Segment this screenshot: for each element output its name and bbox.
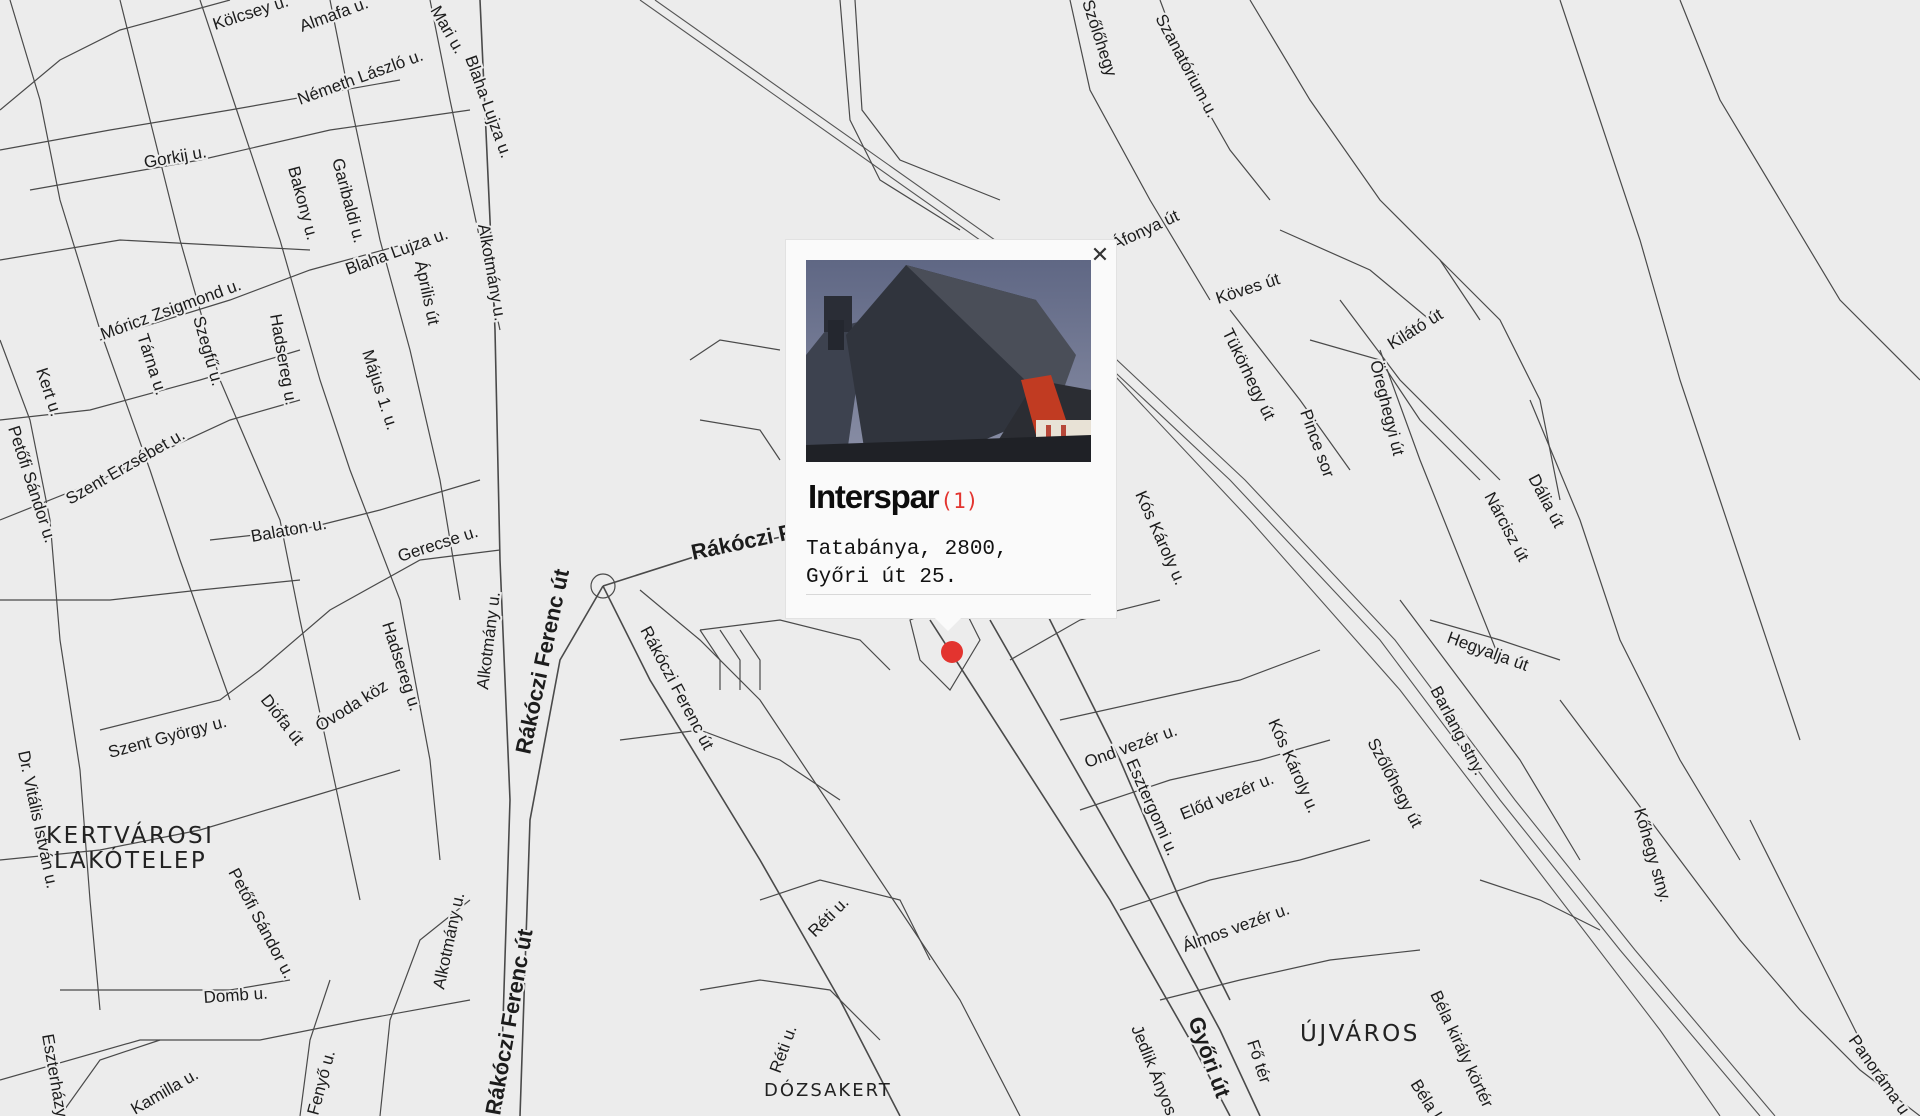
street-label: Szent Erzsébet u. [63,425,189,509]
street-label: Fenyő u. [304,1048,339,1116]
street-label: Garibaldi u. [328,156,369,245]
street-label: Petőfi Sándor u. [224,865,298,982]
street-label: Köves út [1213,269,1282,308]
street-label: Álmos vezér u. [1180,899,1292,955]
street-label: Dália út [1524,471,1568,531]
location-marker-icon[interactable] [941,641,963,663]
store-count: (1) [940,489,979,513]
street-label: Előd vezér u. [1177,769,1276,824]
street-label: Hadsereg u. [378,619,425,713]
street-label: Rákóczi Ferenc út [480,926,537,1116]
street-label: Móricz Zsigmond u. [98,275,244,344]
district-label: LAKÓTELEP [54,846,207,874]
store-photo [806,260,1091,462]
street-label: Szőlőhegy út [1363,735,1426,831]
street-label: Május 1. u. [358,347,402,432]
street-label: Alkotmány u. [473,591,504,691]
street-label: Fő tér [1243,1037,1275,1085]
store-popup: ✕ Interspar(1) Tatabánya, 2800, Győri út… [786,240,1116,632]
street-label: Réti u. [804,893,852,941]
street-label: Kilátó út [1384,305,1446,354]
street-label: Petőfi Sándor u. [4,423,60,545]
street-label: Hadsereg u. [266,312,301,407]
street-label: Április út [411,259,443,327]
street-label: Győri út [1183,1013,1236,1101]
street-label: Kert u. [32,365,66,419]
street-label: Panoráma u. [1845,1031,1916,1116]
street-label: Barlang stny. [1426,683,1489,778]
street-label: Balaton u. [249,514,328,546]
street-label: Szent György u. [106,712,229,762]
divider [806,594,1091,595]
store-name[interactable]: Interspar(1) [808,478,978,516]
street-label: Hegyalja út [1445,628,1532,675]
street-label: Alkotmány u. [474,222,510,322]
street-label: Kós Károly u. [1264,716,1322,816]
street-label: Blaha Lujza u. [461,53,516,161]
street-label: Kölcsey u. [210,0,290,34]
street-label: Kőhegy stny. [1630,806,1675,905]
street-label: Gerecse u. [395,522,480,566]
street-label: Óvoda köz [312,676,391,735]
street-label: Almafa u. [297,0,371,36]
street-label: Eszterházy u. [38,1032,75,1116]
street-label: Alkotmány u. [429,891,468,991]
street-label: Tükörhegy út [1218,325,1279,423]
street-label: Nárcisz út [1480,489,1532,565]
street-label: Esztergomi u. [1122,756,1182,859]
street-label: Rákóczi Ferenc út [636,623,717,753]
street-label: Gorkij u. [142,142,208,172]
district-label: KERTVÁROSI [46,821,214,849]
street-label: Kamilla u. [128,1065,202,1116]
street-label: Szanatórium u. [1151,11,1221,121]
street-label: Mari u. [427,3,469,58]
street-label: Diófa út [257,691,308,749]
store-address: Tatabánya, 2800, Győri út 25. [806,538,1008,589]
street-label: Pince sor [1296,407,1338,480]
street-label: Németh László u. [295,46,426,109]
store-brand: Interspar [808,478,940,515]
street-label: Jedlik Ányos [1127,1022,1180,1116]
street-label: Szegfű u. [189,314,227,388]
street-label: Réti u. [766,1023,801,1076]
street-label: Béla k [1407,1076,1448,1116]
street-label: Domb u. [203,984,268,1007]
street-label: Rákóczi Ferenc út [510,566,574,756]
street-label: Béla király körtér [1426,988,1497,1111]
district-label: DÓZSAKERT [764,1079,892,1101]
street-label: Áfonya út [1109,206,1182,254]
street-label: Tárna u. [133,331,171,397]
street-label: Kós Károly u. [1131,488,1189,588]
close-icon[interactable]: ✕ [1088,244,1112,268]
street-label: Bakony u. [284,164,322,242]
district-label: ÚJVÁROS [1300,1019,1420,1047]
street-label: Öreghegyi út [1366,358,1408,457]
